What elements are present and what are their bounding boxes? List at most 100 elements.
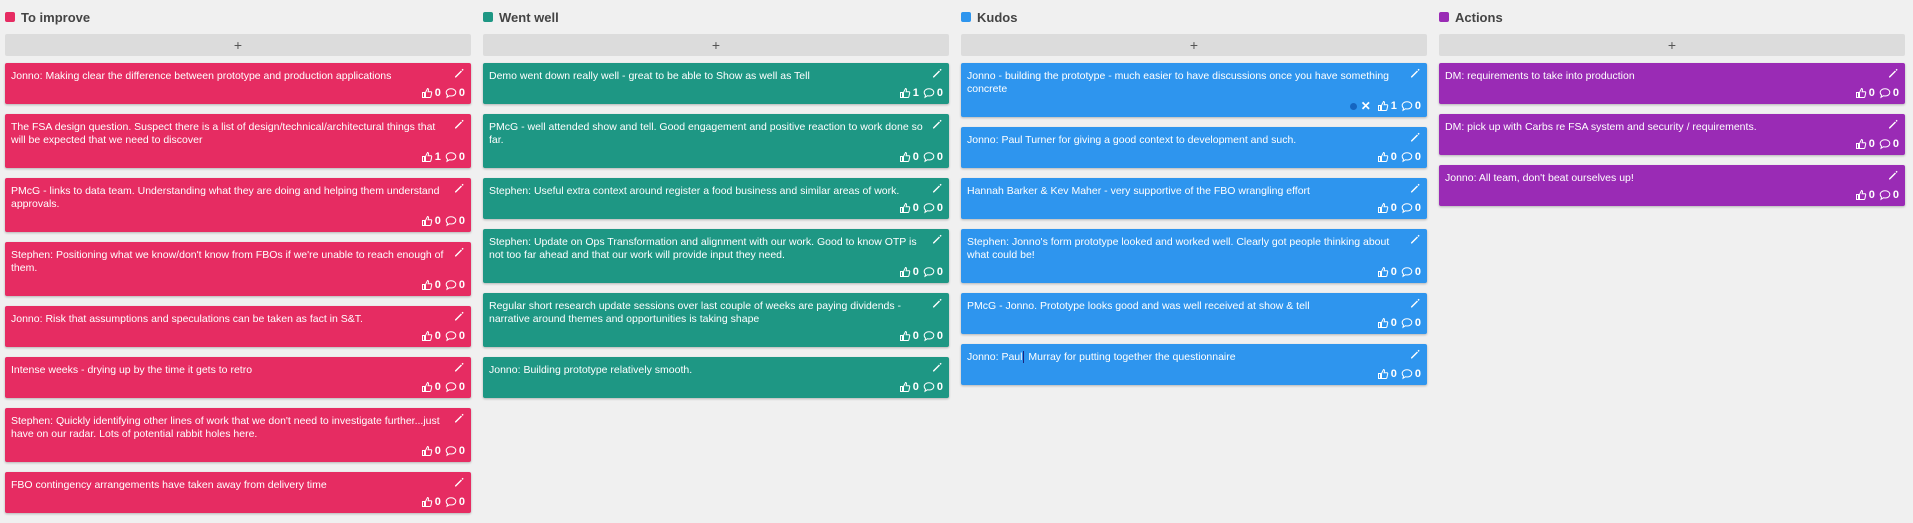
vote-button[interactable]: 0 (1377, 368, 1397, 380)
comment-button[interactable]: 0 (1879, 138, 1899, 150)
comment-button[interactable]: 0 (1879, 87, 1899, 99)
pencil-icon[interactable] (453, 475, 465, 487)
retro-card[interactable]: Jonno: Making clear the difference betwe… (5, 63, 471, 104)
card-text[interactable]: The FSA design question. Suspect there i… (11, 119, 445, 147)
comment-button[interactable]: 0 (445, 279, 465, 291)
pencil-icon[interactable] (931, 232, 943, 244)
comment-button[interactable]: 0 (923, 330, 943, 342)
comment-button[interactable]: 0 (923, 202, 943, 214)
card-text[interactable]: Jonno: Paul Murray for putting together … (967, 349, 1401, 364)
vote-button[interactable]: 1 (899, 87, 919, 99)
comment-button[interactable]: 0 (445, 330, 465, 342)
vote-button[interactable]: 0 (899, 330, 919, 342)
comment-button[interactable]: 0 (1401, 266, 1421, 278)
comment-button[interactable]: 0 (445, 381, 465, 393)
card-text[interactable]: Regular short research update sessions o… (489, 298, 923, 326)
comment-button[interactable]: 0 (445, 87, 465, 99)
retro-card[interactable]: Hannah Barker & Kev Maher - very support… (961, 178, 1427, 219)
pencil-icon[interactable] (931, 360, 943, 372)
card-text[interactable]: Demo went down really well - great to be… (489, 68, 923, 83)
pencil-icon[interactable] (931, 296, 943, 308)
pencil-icon[interactable] (453, 181, 465, 193)
retro-card[interactable]: Stephen: Quickly identifying other lines… (5, 408, 471, 462)
pencil-icon[interactable] (453, 245, 465, 257)
card-text[interactable]: Jonno: All team, don't beat ourselves up… (1445, 170, 1879, 185)
vote-button[interactable]: 0 (1377, 317, 1397, 329)
retro-card[interactable]: Jonno: Paul Murray for putting together … (961, 344, 1427, 385)
card-text[interactable]: PMcG - Jonno. Prototype looks good and w… (967, 298, 1401, 313)
comment-button[interactable]: 0 (1401, 317, 1421, 329)
card-text[interactable]: DM: requirements to take into production (1445, 68, 1879, 83)
vote-button[interactable]: 0 (421, 330, 441, 342)
pencil-icon[interactable] (1409, 296, 1421, 308)
comment-button[interactable]: 0 (445, 445, 465, 457)
vote-button[interactable]: 0 (899, 151, 919, 163)
comment-button[interactable]: 0 (1401, 151, 1421, 163)
pencil-icon[interactable] (1409, 130, 1421, 142)
vote-button[interactable]: 0 (1377, 151, 1397, 163)
retro-card[interactable]: DM: pick up with Carbs re FSA system and… (1439, 114, 1905, 155)
card-text[interactable]: Jonno: Paul Turner for giving a good con… (967, 132, 1401, 147)
comment-button[interactable]: 0 (1879, 189, 1899, 201)
vote-button[interactable]: 0 (899, 381, 919, 393)
comment-button[interactable]: 0 (923, 87, 943, 99)
retro-card[interactable]: Stephen: Update on Ops Transformation an… (483, 229, 949, 283)
vote-button[interactable]: 0 (1855, 138, 1875, 150)
card-text[interactable]: Jonno: Making clear the difference betwe… (11, 68, 445, 83)
retro-card[interactable]: Jonno: Building prototype relatively smo… (483, 357, 949, 398)
pencil-icon[interactable] (1409, 347, 1421, 359)
card-text[interactable]: PMcG - links to data team. Understanding… (11, 183, 445, 211)
pencil-icon[interactable] (453, 360, 465, 372)
pencil-icon[interactable] (1887, 66, 1899, 78)
vote-button[interactable]: 0 (1855, 189, 1875, 201)
card-text[interactable]: Jonno: Building prototype relatively smo… (489, 362, 923, 377)
vote-button[interactable]: 0 (899, 202, 919, 214)
comment-button[interactable]: 0 (923, 381, 943, 393)
add-card-button[interactable]: + (961, 34, 1427, 56)
comment-button[interactable]: 0 (1401, 368, 1421, 380)
pencil-icon[interactable] (1409, 66, 1421, 78)
retro-card[interactable]: FBO contingency arrangements have taken … (5, 472, 471, 513)
retro-card[interactable]: Stephen: Positioning what we know/don't … (5, 242, 471, 296)
add-card-button[interactable]: + (483, 34, 949, 56)
retro-card[interactable]: Stephen: Useful extra context around reg… (483, 178, 949, 219)
close-icon[interactable]: ✕ (1361, 99, 1371, 113)
comment-button[interactable]: 0 (923, 266, 943, 278)
card-text[interactable]: Hannah Barker & Kev Maher - very support… (967, 183, 1401, 198)
retro-card[interactable]: PMcG - links to data team. Understanding… (5, 178, 471, 232)
vote-button[interactable]: 0 (421, 496, 441, 508)
comment-button[interactable]: 0 (445, 215, 465, 227)
retro-card[interactable]: Jonno: All team, don't beat ourselves up… (1439, 165, 1905, 206)
card-text[interactable]: Jonno - building the prototype - much ea… (967, 68, 1401, 96)
pencil-icon[interactable] (1887, 117, 1899, 129)
card-text[interactable]: Stephen: Update on Ops Transformation an… (489, 234, 923, 262)
vote-button[interactable]: 0 (1855, 87, 1875, 99)
comment-button[interactable]: 0 (445, 496, 465, 508)
vote-button[interactable]: 0 (899, 266, 919, 278)
pencil-icon[interactable] (1409, 232, 1421, 244)
pencil-icon[interactable] (453, 309, 465, 321)
retro-card[interactable]: Jonno: Paul Turner for giving a good con… (961, 127, 1427, 168)
pencil-icon[interactable] (931, 66, 943, 78)
card-text[interactable]: Stephen: Useful extra context around reg… (489, 183, 923, 198)
vote-button[interactable]: 0 (1377, 202, 1397, 214)
retro-card[interactable]: The FSA design question. Suspect there i… (5, 114, 471, 168)
comment-button[interactable]: 0 (923, 151, 943, 163)
retro-card[interactable]: Intense weeks - drying up by the time it… (5, 357, 471, 398)
pencil-icon[interactable] (931, 181, 943, 193)
pencil-icon[interactable] (453, 117, 465, 129)
retro-card[interactable]: Regular short research update sessions o… (483, 293, 949, 347)
vote-button[interactable]: 1 (1377, 100, 1397, 112)
pencil-icon[interactable] (1887, 168, 1899, 180)
comment-button[interactable]: 0 (1401, 100, 1421, 112)
add-card-button[interactable]: + (1439, 34, 1905, 56)
add-card-button[interactable]: + (5, 34, 471, 56)
card-text[interactable]: Intense weeks - drying up by the time it… (11, 362, 445, 377)
vote-button[interactable]: 0 (421, 215, 441, 227)
vote-button[interactable]: 0 (421, 87, 441, 99)
retro-card[interactable]: DM: requirements to take into production… (1439, 63, 1905, 104)
retro-card[interactable]: Stephen: Jonno's form prototype looked a… (961, 229, 1427, 283)
comment-button[interactable]: 0 (1401, 202, 1421, 214)
retro-card[interactable]: Demo went down really well - great to be… (483, 63, 949, 104)
retro-card[interactable]: PMcG - Jonno. Prototype looks good and w… (961, 293, 1427, 334)
